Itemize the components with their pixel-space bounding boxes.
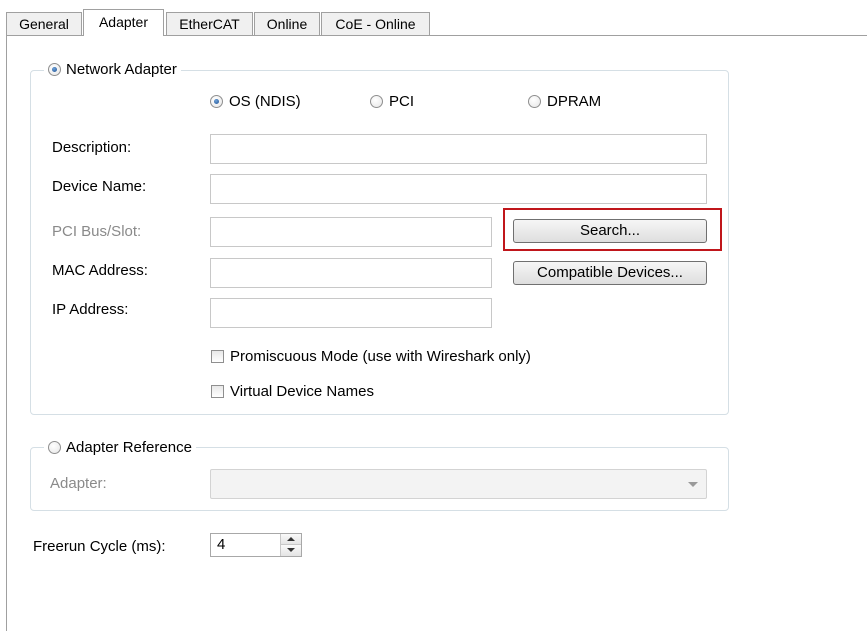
network-adapter-label: Network Adapter [66,61,177,78]
freerun-cycle-value: 4 [217,536,226,553]
adapter-reference-legend[interactable]: Adapter Reference [44,439,196,456]
virtual-device-names-label: Virtual Device Names [230,383,374,400]
device-name-label: Device Name: [52,178,147,195]
tab-adapter-label: Adapter [98,14,149,30]
promiscuous-mode-checkbox[interactable] [211,350,224,363]
stepper-buttons [280,534,301,556]
adapter-select[interactable] [210,469,707,499]
tab-ethercat[interactable]: EtherCAT [166,12,253,35]
mac-address-field[interactable] [210,258,492,288]
mode-dpram-radio-icon[interactable] [528,95,541,108]
tab-coe-online[interactable]: CoE - Online [321,12,430,35]
network-adapter-radio-icon[interactable] [48,63,61,76]
ip-address-field[interactable] [210,298,492,328]
adapter-label: Adapter: [50,475,107,492]
tab-general[interactable]: General [6,12,82,35]
compatible-devices-button[interactable]: Compatible Devices... [513,261,707,285]
tab-adapter[interactable]: Adapter [83,9,164,36]
virtual-device-names[interactable]: Virtual Device Names [211,383,374,400]
mode-pci[interactable]: PCI [370,93,414,110]
description-field[interactable] [210,134,707,164]
tab-strip: General Adapter EtherCAT Online CoE - On… [6,9,866,36]
search-button-label: Search... [579,222,641,239]
mode-dpram-label: DPRAM [547,93,602,110]
chevron-down-icon [688,482,698,487]
tab-online[interactable]: Online [254,12,320,35]
mode-pci-label: PCI [389,93,415,110]
promiscuous-mode-label: Promiscuous Mode (use with Wireshark onl… [230,348,531,365]
tab-ethercat-label: EtherCAT [179,16,240,32]
mode-os-ndis-label: OS (NDIS) [229,93,301,110]
pci-bus-slot-field[interactable] [210,217,492,247]
tab-online-label: Online [266,16,308,32]
stepper-down-icon[interactable] [281,545,301,556]
mac-address-label: MAC Address: [52,262,148,279]
adapter-reference-label: Adapter Reference [66,439,192,456]
compatible-devices-button-label: Compatible Devices... [537,264,683,281]
stepper-up-icon[interactable] [281,534,301,545]
mode-dpram[interactable]: DPRAM [528,93,601,110]
pci-bus-slot-label: PCI Bus/Slot: [52,223,142,240]
mode-os-ndis[interactable]: OS (NDIS) [210,93,301,110]
virtual-device-names-checkbox[interactable] [211,385,224,398]
adapter-reference-radio-icon[interactable] [48,441,61,454]
ip-address-label: IP Address: [52,301,129,318]
freerun-cycle-stepper[interactable]: 4 [210,533,302,557]
network-adapter-legend[interactable]: Network Adapter [44,61,181,78]
description-label: Description: [52,139,132,156]
freerun-cycle-label: Freerun Cycle (ms): [33,538,166,555]
mode-os-ndis-radio-icon[interactable] [210,95,223,108]
tab-coe-online-label: CoE - Online [335,16,416,32]
promiscuous-mode[interactable]: Promiscuous Mode (use with Wireshark onl… [211,348,531,365]
mode-pci-radio-icon[interactable] [370,95,383,108]
search-button[interactable]: Search... [513,219,707,243]
device-name-field[interactable] [210,174,707,204]
tab-general-label: General [19,16,69,32]
